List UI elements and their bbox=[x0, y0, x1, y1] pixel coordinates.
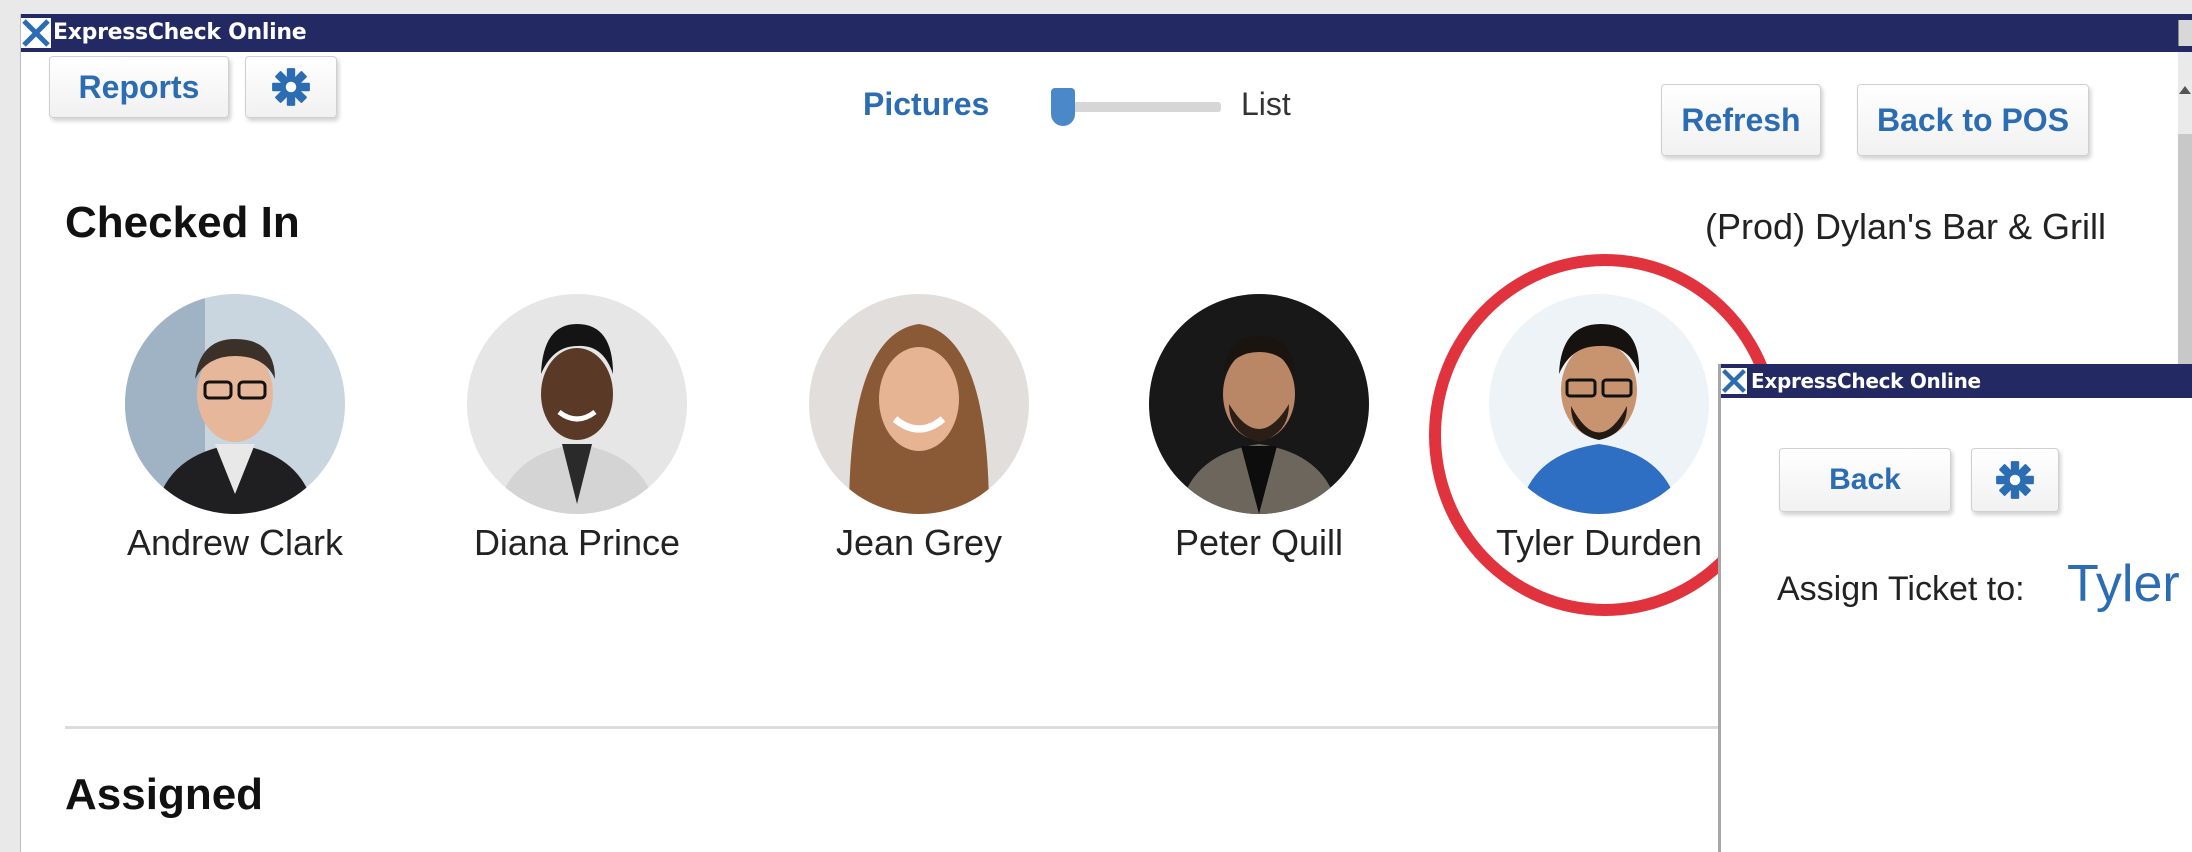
person-tile[interactable]: Diana Prince bbox=[427, 294, 727, 564]
assigned-heading: Assigned bbox=[65, 770, 264, 819]
view-toggle-track[interactable] bbox=[1061, 102, 1221, 112]
scroll-up-icon[interactable] bbox=[2179, 86, 2191, 94]
person-name: Andrew Clark bbox=[126, 522, 344, 563]
checked-in-heading: Checked In bbox=[65, 198, 300, 247]
main-titlebar: ExpressCheck Online bbox=[21, 14, 2192, 52]
scrollbar-thumb[interactable] bbox=[2178, 134, 2192, 372]
refresh-button-label: Refresh bbox=[1681, 101, 1801, 138]
scrollbar[interactable] bbox=[2178, 52, 2192, 372]
window-title: ExpressCheck Online bbox=[53, 20, 307, 45]
person-name: Tyler Durden bbox=[1495, 522, 1703, 563]
popup-titlebar: ExpressCheck Online bbox=[1721, 364, 2192, 398]
person-tile[interactable]: Jean Grey bbox=[769, 294, 1069, 564]
person-name: Diana Prince bbox=[473, 522, 681, 563]
gear-icon bbox=[1996, 461, 2034, 499]
back-to-pos-button-label: Back to POS bbox=[1876, 101, 2070, 138]
back-button[interactable]: Back bbox=[1779, 448, 1951, 512]
person-tile[interactable]: Tyler Durden bbox=[1449, 294, 1749, 564]
assign-ticket-name: Tyler bbox=[2067, 555, 2180, 613]
avatar bbox=[1489, 294, 1709, 514]
location-label: (Prod) Dylan's Bar & Grill bbox=[1705, 206, 2106, 247]
settings-button[interactable] bbox=[245, 56, 337, 118]
x-logo-icon bbox=[1721, 368, 1747, 394]
reports-button[interactable]: Reports bbox=[49, 56, 229, 118]
avatar bbox=[809, 294, 1029, 514]
assign-popup-window: ExpressCheck Online Back Assign Ticket t… bbox=[1718, 364, 2192, 852]
view-toggle-pictures-label[interactable]: Pictures bbox=[863, 86, 989, 123]
back-button-label: Back bbox=[1829, 463, 1901, 496]
popup-title: ExpressCheck Online bbox=[1751, 369, 1981, 393]
close-button[interactable] bbox=[2178, 20, 2192, 46]
avatar bbox=[467, 294, 687, 514]
gear-icon bbox=[272, 68, 310, 106]
person-name: Peter Quill bbox=[1174, 522, 1344, 563]
person-tile[interactable]: Andrew Clark bbox=[85, 294, 385, 564]
avatar bbox=[1149, 294, 1369, 514]
avatar bbox=[125, 294, 345, 514]
popup-settings-button[interactable] bbox=[1971, 448, 2059, 512]
view-toggle-thumb[interactable] bbox=[1051, 88, 1075, 126]
person-name: Jean Grey bbox=[835, 522, 1003, 563]
view-toggle-list-label[interactable]: List bbox=[1241, 86, 1291, 123]
person-tile[interactable]: Peter Quill bbox=[1109, 294, 1409, 564]
refresh-button[interactable]: Refresh bbox=[1661, 84, 1821, 156]
assign-ticket-label: Assign Ticket to: bbox=[1777, 570, 2025, 608]
section-divider bbox=[65, 726, 1745, 729]
back-to-pos-button[interactable]: Back to POS bbox=[1857, 84, 2089, 156]
x-logo-icon bbox=[21, 18, 51, 48]
reports-button-label: Reports bbox=[78, 68, 200, 105]
